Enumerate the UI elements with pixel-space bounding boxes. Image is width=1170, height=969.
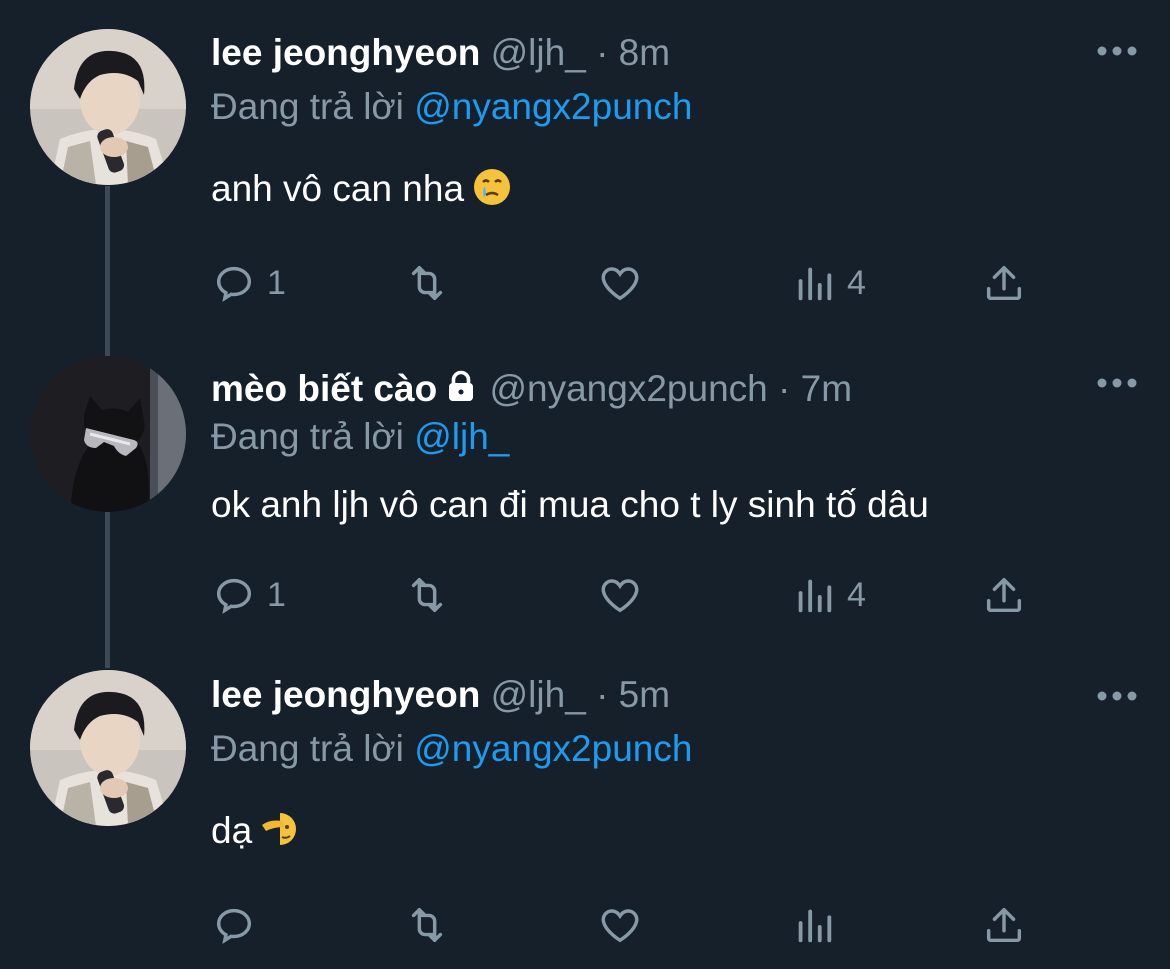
user-handle[interactable]: @ljh_ [491,32,586,73]
reply-icon [216,266,252,302]
retweet-icon [411,577,443,613]
heart-icon [601,909,639,943]
tweet-3[interactable]: lee jeonghyeon @ljh_ · 5m Đang trả lời @… [0,644,1170,969]
replying-mention[interactable]: @nyangx2punch [414,728,692,769]
reply-icon [216,908,252,944]
timestamp[interactable]: 5m [619,674,670,715]
replying-to-line: Đang trả lời @ljh_ [211,414,509,460]
views-chart-icon [798,909,832,943]
share-icon [986,907,1022,943]
tweet-actions: 1 4 [211,570,1111,620]
views-button[interactable]: 4 [791,258,866,308]
reply-button[interactable] [211,900,267,950]
view-count: 4 [847,263,866,302]
reply-count: 1 [267,575,286,614]
more-options-icon[interactable] [1096,376,1138,390]
tweet-text: anh vô can nha [211,166,512,212]
timestamp[interactable]: 7m [801,368,852,409]
replying-prefix: Đang trả lời [211,86,404,127]
retweet-button[interactable] [404,258,450,308]
display-name[interactable]: mèo biết cào [211,368,437,409]
tweet-actions [211,900,1111,950]
more-options-icon[interactable] [1096,44,1138,58]
reply-icon [216,578,252,614]
reply-button[interactable]: 1 [211,570,286,620]
views-chart-icon [798,579,832,613]
reply-count: 1 [267,263,286,302]
replying-mention[interactable]: @nyangx2punch [414,86,692,127]
replying-mention[interactable]: @ljh_ [414,416,509,457]
tweet-2[interactable]: mèo biết cào @nyangx2punch · 7m Đang trả… [0,334,1170,644]
replying-to-line: Đang trả lời @nyangx2punch [211,726,692,772]
replying-to-line: Đang trả lời @nyangx2punch [211,84,692,130]
crying-face-emoji-icon [474,169,511,205]
timestamp[interactable]: 8m [619,32,670,73]
tweet-text-content: dạ [211,810,253,851]
user-handle[interactable]: @ljh_ [491,674,586,715]
heart-icon [601,579,639,613]
display-name[interactable]: lee jeonghyeon [211,32,480,73]
avatar-ljh[interactable] [30,29,186,185]
user-handle[interactable]: @nyangx2punch [489,368,767,409]
share-icon [986,265,1022,301]
more-options-icon[interactable] [1096,689,1138,703]
lock-icon [449,370,474,401]
tweet-header: lee jeonghyeon @ljh_ · 5m [211,672,670,718]
tweet-text: dạ [211,808,300,854]
retweet-icon [411,265,443,301]
tweet-text-content: anh vô can nha [211,168,465,209]
retweet-button[interactable] [404,900,450,950]
avatar-ljh[interactable] [30,670,186,826]
retweet-icon [411,907,443,943]
reply-button[interactable]: 1 [211,258,286,308]
separator-dot: · [596,32,609,73]
views-chart-icon [798,267,832,301]
replying-prefix: Đang trả lời [211,416,404,457]
avatar-nyangx2punch[interactable] [30,356,186,512]
views-button[interactable]: 4 [791,570,866,620]
tweet-1[interactable]: lee jeonghyeon @ljh_ · 8m Đang trả lời @… [0,0,1170,330]
tweet-header: lee jeonghyeon @ljh_ · 8m [211,30,670,76]
retweet-button[interactable] [404,570,450,620]
tweet-text-content: ok anh ljh vô can đi mua cho t ly sinh t… [211,484,929,525]
tweet-actions: 1 4 [211,258,1111,308]
heart-icon [601,267,639,301]
separator-dot: · [596,674,609,715]
separator-dot: · [778,368,791,409]
share-button[interactable] [981,900,1027,950]
share-button[interactable] [981,570,1027,620]
tweet-header: mèo biết cào @nyangx2punch · 7m [211,366,852,412]
display-name[interactable]: lee jeonghyeon [211,674,480,715]
tweet-text: ok anh ljh vô can đi mua cho t ly sinh t… [211,482,929,528]
share-button[interactable] [981,258,1027,308]
replying-prefix: Đang trả lời [211,728,404,769]
like-button[interactable] [597,570,643,620]
like-button[interactable] [597,258,643,308]
view-count: 4 [847,575,866,614]
views-button[interactable] [791,900,847,950]
share-icon [986,577,1022,613]
like-button[interactable] [597,900,643,950]
saluting-face-emoji-icon [262,813,297,845]
